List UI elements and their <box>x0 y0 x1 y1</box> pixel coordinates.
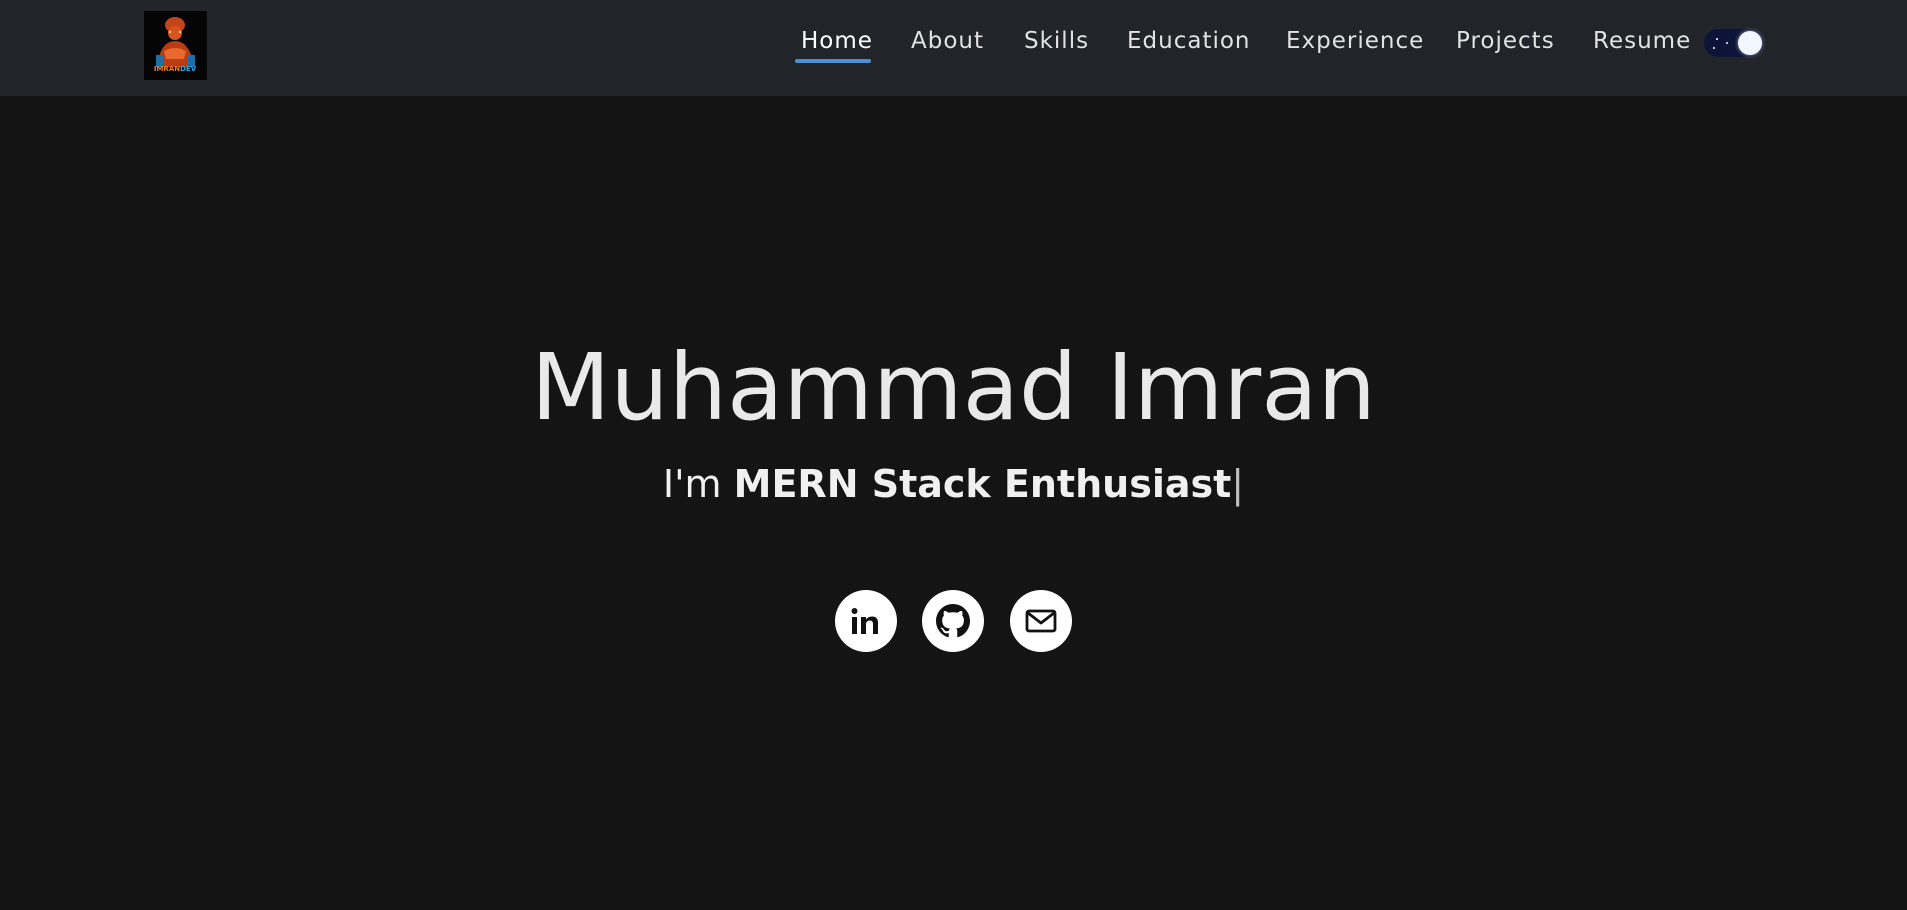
hero-name: Muhammad Imran <box>531 334 1376 441</box>
logo-image: IMRANDEV <box>144 11 207 80</box>
typing-cursor: | <box>1231 462 1245 506</box>
nav-experience[interactable]: Experience <box>1286 24 1424 58</box>
navbar: IMRANDEV Home About Skills Education Exp… <box>0 0 1907 96</box>
github-icon <box>936 604 970 638</box>
nav-education[interactable]: Education <box>1127 24 1251 58</box>
nav-resume[interactable]: Resume <box>1593 24 1691 58</box>
star-icon <box>1716 38 1718 40</box>
star-icon <box>1726 42 1728 44</box>
github-button[interactable] <box>922 590 984 652</box>
logo[interactable]: IMRANDEV <box>144 11 207 80</box>
linkedin-icon <box>851 608 878 634</box>
email-button[interactable] <box>1010 590 1072 652</box>
moon-toggle-icon <box>1738 31 1762 55</box>
linkedin-button[interactable] <box>835 590 897 652</box>
hero-subtitle: I'm MERN Stack Enthusiast| <box>0 458 1907 510</box>
active-nav-indicator <box>795 59 871 63</box>
theme-toggle[interactable] <box>1704 29 1764 57</box>
svg-text:IMRANDEV: IMRANDEV <box>154 65 197 73</box>
star-icon <box>1713 47 1715 49</box>
nav-about[interactable]: About <box>911 24 984 58</box>
mail-icon <box>1025 609 1057 633</box>
nav-skills[interactable]: Skills <box>1024 24 1089 58</box>
nav-projects[interactable]: Projects <box>1456 24 1555 58</box>
hero-role: MERN Stack Enthusiast <box>733 462 1232 506</box>
nav-home[interactable]: Home <box>801 24 873 58</box>
hero-intro-prefix: I'm <box>662 462 722 506</box>
